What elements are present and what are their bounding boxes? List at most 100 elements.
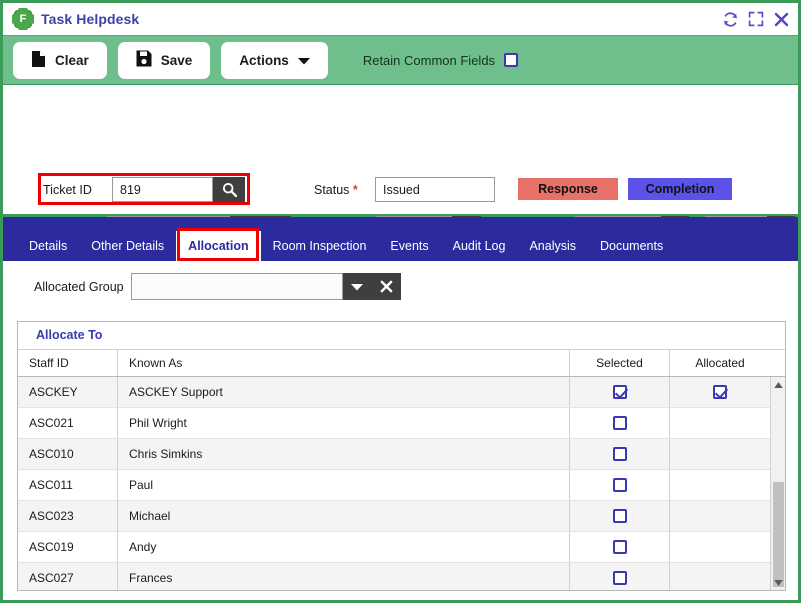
cell-staff-id: ASC011	[18, 470, 118, 500]
cell-known-as: Michael	[118, 501, 570, 531]
allocate-to-title: Allocate To	[18, 322, 785, 350]
close-x-icon	[380, 280, 392, 293]
table-row[interactable]: ASCKEY ASCKEY Support	[18, 377, 770, 408]
header-scroll-spacer	[770, 350, 785, 377]
tab-documents[interactable]: Documents	[588, 231, 675, 261]
response-button[interactable]: Response	[518, 178, 618, 200]
column-header-staff-id[interactable]: Staff ID	[18, 349, 118, 376]
selected-checkbox[interactable]	[612, 478, 627, 492]
main-toolbar: Clear Save Actions Retain Common Fields	[3, 36, 798, 85]
table-row[interactable]: ASC027 Frances	[18, 563, 770, 590]
allocated-group-label: Allocated Group	[34, 279, 124, 294]
tab-audit-log[interactable]: Audit Log	[441, 231, 518, 261]
cell-staff-id: ASC027	[18, 563, 118, 590]
column-header-selected[interactable]: Selected	[570, 349, 670, 376]
selected-checkbox[interactable]	[612, 509, 627, 523]
scrollbar-thumb[interactable]	[773, 482, 784, 587]
cell-allocated[interactable]	[670, 563, 770, 590]
allocated-checkbox[interactable]	[713, 385, 727, 399]
task-helpdesk-window: F Task Helpdesk Clear Save Actions Retai…	[0, 0, 801, 603]
cell-selected[interactable]	[570, 377, 670, 407]
status-input[interactable]: Issued	[375, 177, 495, 202]
grid-rows: ASCKEY ASCKEY Support ASC021 Phil Wright ASC…	[18, 377, 770, 590]
selected-checkbox[interactable]	[612, 385, 627, 399]
window-titlebar: F Task Helpdesk	[3, 3, 798, 36]
grid-header-row: Staff ID Known As Selected Allocated	[18, 349, 785, 377]
tab-other-details[interactable]: Other Details	[79, 231, 176, 261]
tab-details[interactable]: Details	[17, 231, 79, 261]
table-row[interactable]: ASC019 Andy	[18, 532, 770, 563]
cell-selected[interactable]	[570, 501, 670, 531]
grid-vertical-scrollbar[interactable]	[770, 377, 785, 590]
retain-common-fields-label: Retain Common Fields	[362, 52, 496, 68]
allocate-to-grid: Allocate To Staff ID Known As Selected A…	[17, 321, 786, 591]
chevron-down-icon	[297, 53, 310, 68]
cell-known-as: Frances	[118, 563, 570, 590]
cell-known-as: Andy	[118, 532, 570, 562]
cell-known-as: ASCKEY Support	[118, 377, 570, 407]
app-gear-icon: F	[12, 8, 34, 30]
clear-button-label: Clear	[55, 52, 89, 68]
cell-allocated[interactable]	[670, 470, 770, 500]
cell-allocated[interactable]	[670, 377, 770, 407]
tab-strip: Details Other Details Allocation Room In…	[3, 217, 798, 261]
chevron-down-icon	[351, 283, 364, 290]
ticket-id-input[interactable]: 819	[112, 177, 213, 202]
selected-checkbox[interactable]	[612, 447, 627, 461]
cell-allocated[interactable]	[670, 532, 770, 562]
tab-events[interactable]: Events	[378, 231, 440, 261]
cell-staff-id: ASC023	[18, 501, 118, 531]
selected-checkbox[interactable]	[612, 571, 627, 585]
table-row[interactable]: ASC010 Chris Simkins	[18, 439, 770, 470]
allocation-panel: Allocated Group Allocate To Staff ID Kno…	[3, 261, 798, 600]
document-icon	[31, 50, 46, 71]
cell-staff-id: ASCKEY	[18, 377, 118, 407]
retain-common-fields-row: Retain Common Fields	[362, 52, 519, 68]
table-row[interactable]: ASC023 Michael	[18, 501, 770, 532]
cell-selected[interactable]	[570, 439, 670, 469]
allocated-group-clear-button[interactable]	[371, 273, 401, 300]
cell-allocated[interactable]	[670, 501, 770, 531]
status-label: Status *	[314, 183, 358, 197]
cell-selected[interactable]	[570, 563, 670, 590]
retain-common-fields-checkbox[interactable]	[504, 53, 519, 67]
cell-selected[interactable]	[570, 470, 670, 500]
allocated-group-input[interactable]	[130, 273, 343, 300]
save-button-label: Save	[160, 52, 193, 68]
column-header-allocated[interactable]: Allocated	[670, 350, 770, 377]
cell-known-as: Chris Simkins	[118, 439, 570, 469]
ticket-form: Ticket ID 819 Status * Issued Response C…	[3, 85, 798, 279]
completion-button[interactable]: Completion	[628, 178, 732, 200]
cell-allocated[interactable]	[670, 408, 770, 438]
table-row[interactable]: ASC021 Phil Wright	[18, 408, 770, 439]
close-icon[interactable]	[773, 11, 790, 28]
clear-button[interactable]: Clear	[13, 41, 107, 79]
tab-analysis[interactable]: Analysis	[517, 231, 588, 261]
tab-allocation[interactable]: Allocation	[176, 231, 261, 261]
cell-staff-id: ASC019	[18, 532, 118, 562]
cell-known-as: Phil Wright	[118, 408, 570, 438]
column-header-known-as[interactable]: Known As	[118, 349, 570, 376]
selected-checkbox[interactable]	[612, 540, 627, 554]
save-button[interactable]: Save	[117, 41, 211, 79]
allocated-group-dropdown-button[interactable]	[342, 273, 372, 300]
selected-checkbox[interactable]	[612, 416, 627, 430]
app-icon-letter: F	[19, 12, 27, 25]
cell-staff-id: ASC010	[18, 439, 118, 469]
scroll-up-arrow-icon[interactable]	[771, 377, 785, 392]
ticket-id-label: Ticket ID	[43, 183, 92, 197]
tab-room-inspection[interactable]: Room Inspection	[261, 231, 379, 261]
scroll-down-arrow-icon[interactable]	[771, 575, 785, 590]
cell-selected[interactable]	[570, 532, 670, 562]
maximize-icon[interactable]	[748, 11, 764, 27]
cell-selected[interactable]	[570, 408, 670, 438]
floppy-disk-icon	[136, 50, 152, 70]
ticket-id-search-button[interactable]	[213, 177, 245, 202]
cell-allocated[interactable]	[670, 439, 770, 469]
refresh-icon[interactable]	[722, 11, 739, 28]
cell-staff-id: ASC021	[18, 408, 118, 438]
actions-button[interactable]: Actions	[221, 41, 328, 79]
table-row[interactable]: ASC011 Paul	[18, 470, 770, 501]
window-title: Task Helpdesk	[41, 11, 140, 27]
grid-body: ASCKEY ASCKEY Support ASC021 Phil Wright ASC…	[18, 377, 785, 590]
